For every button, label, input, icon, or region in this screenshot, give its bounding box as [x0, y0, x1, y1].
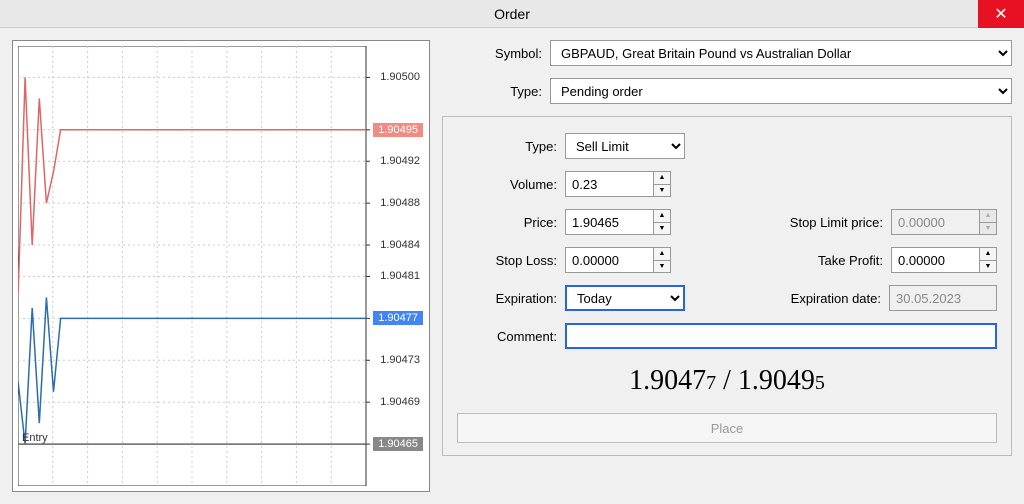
tp-input[interactable]: ▲▼ [891, 247, 997, 273]
price-label: Price: [457, 215, 557, 230]
chart-ytick: 1.90473 [378, 354, 422, 366]
volume-down[interactable]: ▼ [654, 185, 670, 197]
tp-up[interactable]: ▲ [980, 248, 996, 261]
chart-entry-tag: 1.90465 [373, 437, 423, 451]
sl-down[interactable]: ▼ [654, 261, 670, 273]
sl-up[interactable]: ▲ [654, 248, 670, 261]
window-title: Order [494, 6, 530, 22]
type-label: Type: [442, 84, 542, 99]
stoplimit-input: ▲▼ [891, 209, 997, 235]
chart-price-tag-bid: 1.90477 [373, 311, 423, 325]
chart-ytick: 1.90484 [378, 239, 422, 251]
place-button[interactable]: Place [457, 413, 997, 443]
price-chart: 1.90465 1.90469 1.90473 1.90477 1.90481 1.904… [12, 40, 430, 492]
expdate-label: Expiration date: [743, 291, 881, 306]
type-select[interactable]: Pending order [550, 78, 1012, 104]
chart-entry-label: Entry [22, 432, 48, 444]
sl-label: Stop Loss: [457, 253, 557, 268]
symbol-select[interactable]: GBPAUD, Great Britain Pound vs Australia… [550, 40, 1012, 66]
comment-label: Comment: [457, 329, 557, 344]
order-form: Symbol: GBPAUD, Great Britain Pound vs A… [442, 40, 1012, 492]
close-button[interactable]: ✕ [978, 0, 1024, 28]
volume-label: Volume: [457, 177, 557, 192]
volume-input[interactable]: ▲▼ [565, 171, 671, 197]
price-input[interactable]: ▲▼ [565, 209, 671, 235]
chart-ytick: 1.90492 [378, 155, 422, 167]
expiration-select[interactable]: Today [565, 285, 685, 311]
tp-down[interactable]: ▼ [980, 261, 996, 273]
chart-ytick: 1.90488 [378, 197, 422, 209]
symbol-label: Symbol: [442, 46, 542, 61]
volume-up[interactable]: ▲ [654, 172, 670, 185]
price-up[interactable]: ▲ [654, 210, 670, 223]
price-down[interactable]: ▼ [654, 223, 670, 235]
sl-input[interactable]: ▲▼ [565, 247, 671, 273]
titlebar: Order ✕ [0, 0, 1024, 28]
close-icon: ✕ [994, 4, 1007, 24]
quote-display: 1.90477 / 1.90495 [457, 361, 997, 401]
expiration-label: Expiration: [457, 291, 557, 306]
chart-ytick: 1.90500 [378, 71, 422, 83]
order-type-label: Type: [457, 139, 557, 154]
chart-ytick: 1.90469 [378, 396, 422, 408]
expdate-input [889, 285, 997, 311]
order-type-select[interactable]: Sell Limit [565, 133, 685, 159]
pending-order-section: Type: Sell Limit Volume: ▲▼ Price: ▲▼ [442, 116, 1012, 456]
chart-ytick: 1.90481 [378, 270, 422, 282]
tp-label: Take Profit: [745, 253, 883, 268]
chart-price-tag-ask: 1.90495 [373, 123, 423, 137]
stoplimit-label: Stop Limit price: [745, 215, 883, 230]
comment-input[interactable] [565, 323, 997, 349]
